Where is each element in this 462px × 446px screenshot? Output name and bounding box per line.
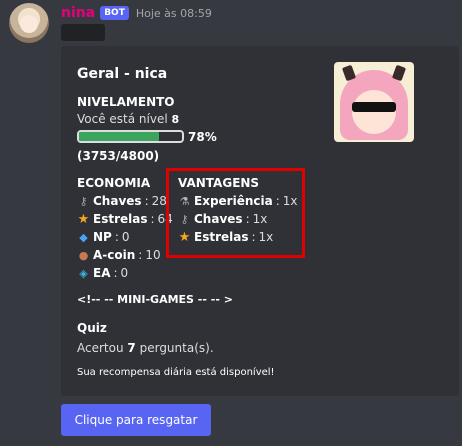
- level-progress-bar: [77, 130, 184, 143]
- key-icon: ⚷: [79, 194, 88, 208]
- bot-avatar[interactable]: [9, 3, 49, 43]
- message-header: nina BOT Hoje às 08:59: [61, 4, 212, 22]
- economia-item-ea: ◈ EA: 0: [77, 265, 128, 281]
- redacted-content: [61, 24, 105, 41]
- progress-percent: 78%: [188, 130, 217, 144]
- minigames-divider: <!-- -- MINI-GAMES -- -- >: [77, 293, 233, 306]
- economia-item-chaves: ⚷ Chaves: 28: [77, 193, 166, 209]
- nivelamento-heading: NIVELAMENTO: [77, 95, 175, 109]
- daily-reward-notice: Sua recompensa diária está disponível!: [77, 367, 275, 378]
- claim-reward-button[interactable]: Clique para resgatar: [61, 404, 211, 436]
- economia-heading: ECONOMIA: [77, 176, 151, 190]
- level-line: Você está nível 8: [77, 111, 179, 128]
- bot-badge: BOT: [100, 6, 129, 20]
- quiz-result: Acertou 7 pergunta(s).: [77, 341, 214, 355]
- level-value: 8: [171, 113, 180, 126]
- username[interactable]: nina: [61, 5, 95, 21]
- xp-value: (3753/4800): [77, 149, 160, 163]
- coin-icon: ●: [78, 248, 89, 262]
- star-icon: ★: [77, 211, 90, 227]
- embed-thumbnail[interactable]: [334, 62, 414, 142]
- quiz-heading: Quiz: [77, 321, 107, 335]
- ea-icon: ◈: [79, 266, 88, 280]
- quiz-count: 7: [127, 341, 136, 355]
- economia-item-np: ◆ NP: 0: [77, 229, 129, 245]
- flame-icon: ◆: [79, 230, 88, 244]
- economia-item-acoin: ● A-coin: 10: [78, 248, 161, 262]
- economia-item-estrelas: ★ Estrelas: 64: [77, 211, 173, 227]
- progress-fill: [79, 132, 160, 141]
- timestamp: Hoje às 08:59: [135, 6, 212, 20]
- avatar-face: [20, 15, 38, 33]
- embed-title: Geral - nica: [77, 66, 168, 82]
- highlight-box: [166, 168, 305, 258]
- level-text: Você está nível: [77, 112, 168, 126]
